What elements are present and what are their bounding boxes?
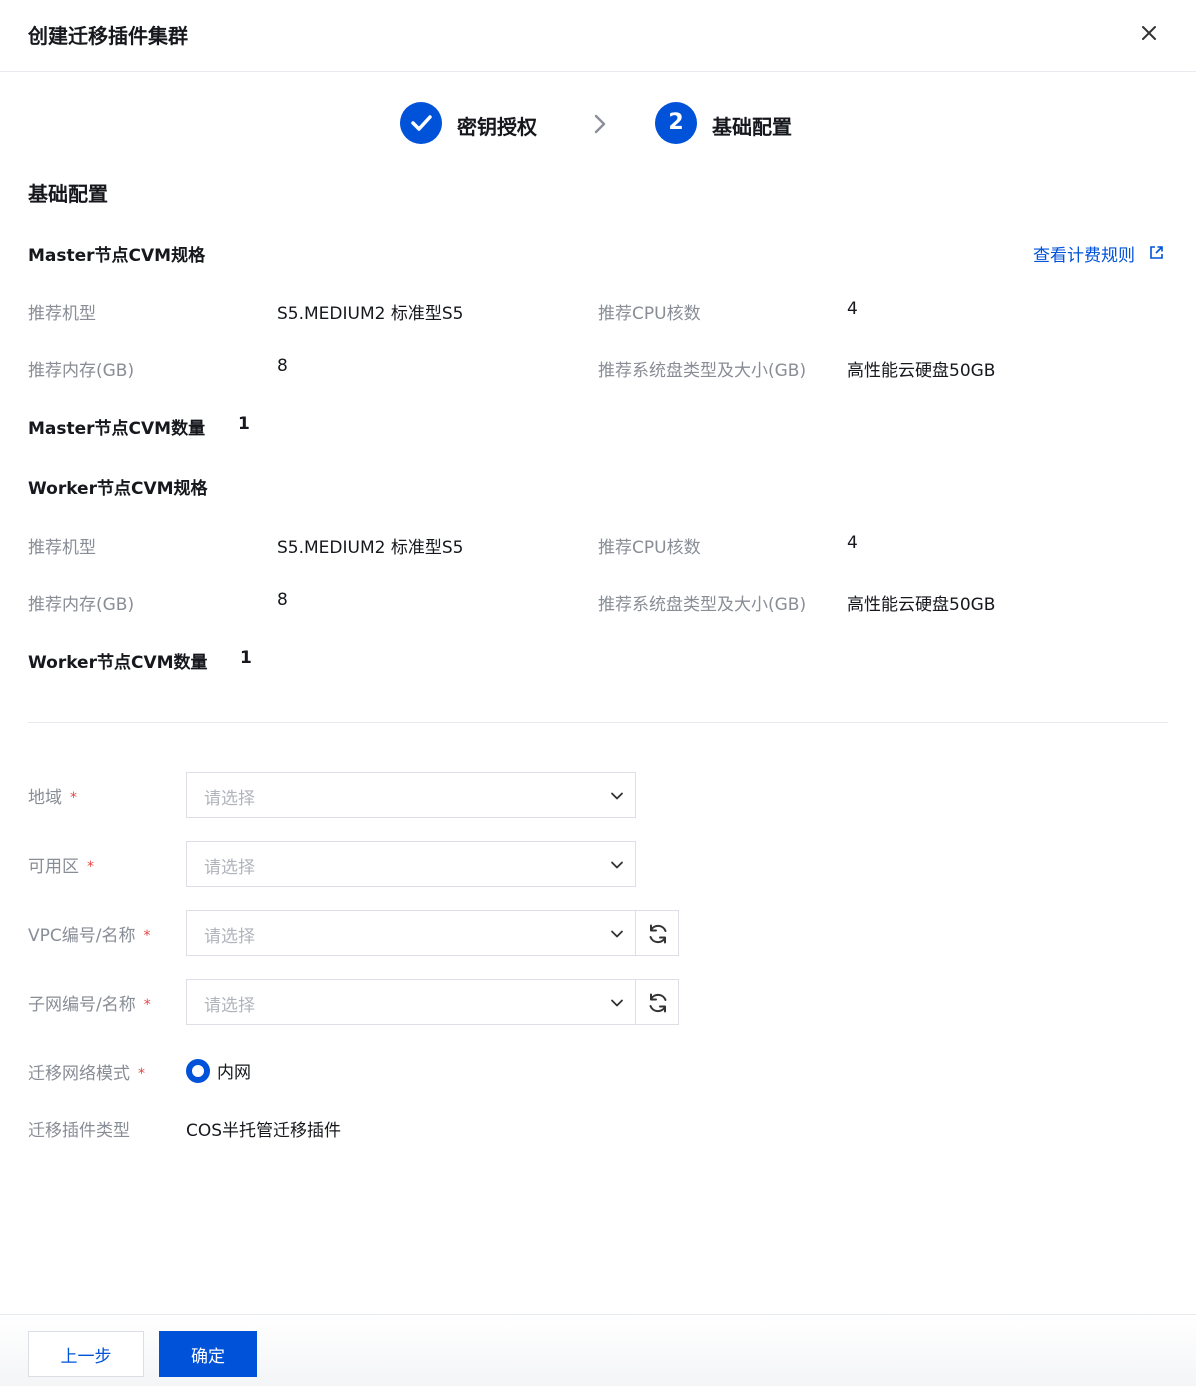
dialog-title: 创建迁移插件集群 bbox=[28, 24, 188, 48]
billing-rules-link[interactable]: 查看计费规则 bbox=[1033, 241, 1163, 266]
plugin-type-label: 迁移插件类型 bbox=[28, 1121, 130, 1141]
external-link-icon bbox=[1150, 246, 1163, 259]
required-mark: * bbox=[138, 1066, 145, 1082]
worker-count-label: Worker节点CVM数量 bbox=[28, 653, 208, 673]
master-count-value: 1 bbox=[238, 414, 250, 434]
worker-cpu-label: 推荐CPU核数 bbox=[598, 538, 701, 558]
required-mark: * bbox=[87, 859, 94, 875]
step-2-number: 2 bbox=[655, 102, 697, 144]
master-type-value: S5.MEDIUM2 标准型S5 bbox=[277, 304, 464, 324]
refresh-icon bbox=[649, 924, 667, 944]
worker-memory-value: 8 bbox=[277, 590, 288, 610]
vpc-refresh-button[interactable] bbox=[635, 910, 679, 956]
check-icon bbox=[400, 102, 442, 144]
step-2-label: 基础配置 bbox=[712, 115, 792, 139]
master-cpu-value: 4 bbox=[847, 299, 858, 319]
subnet-placeholder: 请选择 bbox=[204, 996, 255, 1016]
zone-label: 可用区 * bbox=[28, 857, 94, 877]
master-cpu-label: 推荐CPU核数 bbox=[598, 304, 701, 324]
vpc-placeholder: 请选择 bbox=[204, 927, 255, 947]
master-spec-title: Master节点CVM规格 bbox=[28, 246, 206, 266]
plugin-type-value: COS半托管迁移插件 bbox=[186, 1121, 342, 1141]
vpc-label: VPC编号/名称 * bbox=[28, 926, 151, 946]
subnet-label: 子网编号/名称 * bbox=[28, 995, 151, 1015]
worker-type-value: S5.MEDIUM2 标准型S5 bbox=[277, 538, 464, 558]
master-memory-value: 8 bbox=[277, 356, 288, 376]
stepper: 密钥授权 2 基础配置 bbox=[0, 102, 1196, 146]
billing-rules-label: 查看计费规则 bbox=[1033, 246, 1135, 266]
master-count-label: Master节点CVM数量 bbox=[28, 419, 206, 439]
required-mark: * bbox=[143, 928, 151, 944]
chevron-down-icon bbox=[611, 999, 623, 1007]
step-1-label: 密钥授权 bbox=[457, 115, 537, 139]
subnet-refresh-button[interactable] bbox=[635, 979, 679, 1025]
required-mark: * bbox=[70, 790, 77, 806]
region-label: 地域 * bbox=[28, 788, 77, 808]
master-disk-value: 高性能云硬盘50GB bbox=[847, 361, 996, 381]
region-select[interactable]: 请选择 bbox=[186, 772, 636, 818]
close-icon[interactable] bbox=[1136, 20, 1162, 46]
worker-cpu-value: 4 bbox=[847, 533, 858, 553]
section-title: 基础配置 bbox=[28, 182, 108, 206]
required-mark: * bbox=[143, 997, 151, 1013]
worker-count-value: 1 bbox=[240, 648, 252, 668]
network-mode-label: 迁移网络模式 * bbox=[28, 1064, 145, 1084]
worker-spec-title: Worker节点CVM规格 bbox=[28, 479, 208, 499]
chevron-down-icon bbox=[611, 792, 623, 800]
worker-disk-label: 推荐系统盘类型及大小(GB) bbox=[598, 595, 807, 615]
master-memory-label: 推荐内存(GB) bbox=[28, 361, 135, 381]
refresh-icon bbox=[649, 993, 667, 1013]
zone-placeholder: 请选择 bbox=[204, 858, 255, 878]
network-mode-intranet-label[interactable]: 内网 bbox=[217, 1058, 251, 1083]
region-placeholder: 请选择 bbox=[204, 789, 255, 809]
previous-step-button[interactable]: 上一步 bbox=[28, 1331, 144, 1377]
vpc-select[interactable]: 请选择 bbox=[186, 910, 636, 956]
confirm-button[interactable]: 确定 bbox=[159, 1331, 257, 1377]
dialog-footer: 上一步 确定 bbox=[0, 1314, 1196, 1386]
zone-select[interactable]: 请选择 bbox=[186, 841, 636, 887]
section-divider bbox=[28, 722, 1168, 723]
worker-type-label: 推荐机型 bbox=[28, 538, 96, 558]
chevron-down-icon bbox=[611, 930, 623, 938]
master-disk-label: 推荐系统盘类型及大小(GB) bbox=[598, 361, 807, 381]
network-mode-intranet-radio[interactable] bbox=[186, 1059, 210, 1083]
subnet-select[interactable]: 请选择 bbox=[186, 979, 636, 1025]
worker-disk-value: 高性能云硬盘50GB bbox=[847, 595, 996, 615]
dialog-header: 创建迁移插件集群 bbox=[0, 0, 1196, 72]
master-type-label: 推荐机型 bbox=[28, 304, 96, 324]
worker-memory-label: 推荐内存(GB) bbox=[28, 595, 135, 615]
chevron-down-icon bbox=[611, 861, 623, 869]
chevron-right-icon bbox=[590, 112, 610, 136]
